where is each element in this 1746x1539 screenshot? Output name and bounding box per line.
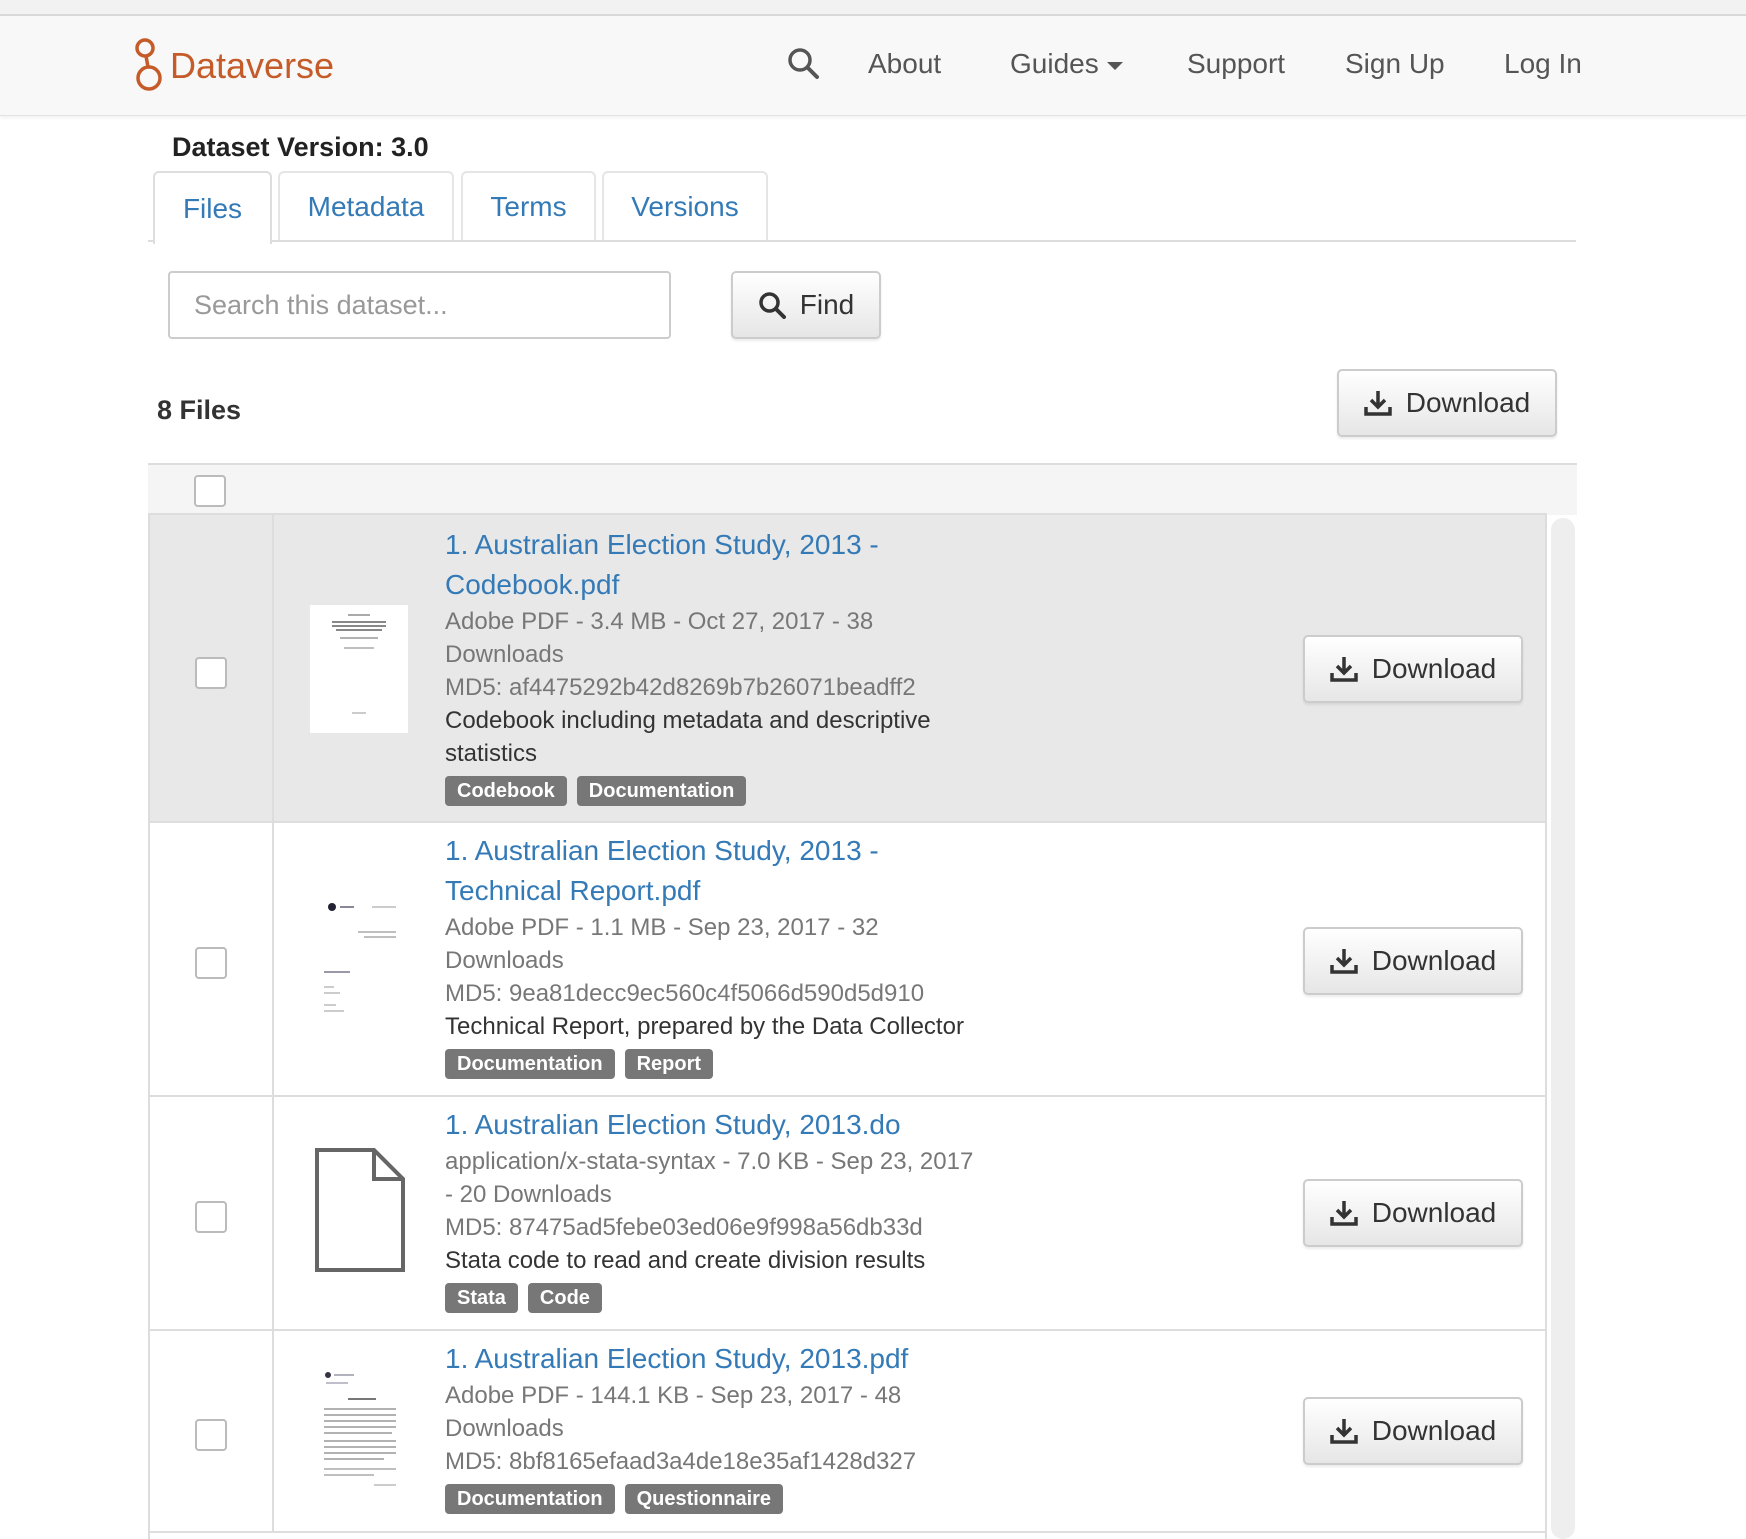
download-icon [1329, 657, 1358, 682]
file-download-button[interactable]: Download [1303, 635, 1523, 703]
brand-logo-link[interactable]: Dataverse [132, 36, 334, 96]
file-name-line: Codebook.pdf [445, 569, 620, 600]
download-icon [1329, 949, 1358, 974]
file-metadata: - 20 Downloads [445, 1181, 612, 1208]
file-tags: Stata Code [445, 1283, 985, 1313]
table-header-filler [1547, 463, 1577, 515]
pdf-thumbnail-icon[interactable] [310, 605, 408, 733]
nav-sign-up[interactable]: Sign Up [1345, 48, 1445, 80]
file-metadata: Downloads [445, 641, 564, 668]
file-name-line: 1. Australian Election Study, 2013 - [445, 529, 879, 560]
download-label: Download [1371, 1197, 1497, 1228]
find-button[interactable]: Find [731, 271, 881, 339]
file-tag: Report [624, 1049, 714, 1079]
chevron-down-icon [1106, 61, 1123, 70]
file-download-button[interactable]: Download [1303, 1179, 1523, 1247]
find-button-label: Find [799, 289, 855, 320]
select-all-checkbox[interactable] [194, 475, 226, 507]
pdf-thumbnail-icon[interactable] [314, 897, 404, 1025]
search-icon [759, 292, 786, 319]
search-icon[interactable] [786, 46, 820, 80]
row-divider [272, 1331, 274, 1531]
download-icon [1329, 1419, 1358, 1444]
file-select-checkbox[interactable] [195, 1201, 227, 1233]
nav-about[interactable]: About [868, 48, 941, 80]
download-all-label: Download [1405, 387, 1531, 418]
row-divider [272, 1097, 274, 1329]
file-info: 1. Australian Election Study, 2013.do ap… [445, 1105, 985, 1313]
pdf-thumbnail-icon[interactable] [314, 1365, 406, 1493]
file-name-link[interactable]: 1. Australian Election Study, 2013.do [445, 1105, 985, 1145]
navbar: Dataverse About Guides Support Sign Up L… [0, 16, 1746, 116]
file-name-link[interactable]: 1. Australian Election Study, 2013 - Tec… [445, 831, 985, 911]
files-table-header [148, 463, 1547, 515]
file-metadata: Adobe PDF - 1.1 MB - Sep 23, 2017 - 32 [445, 914, 879, 941]
file-metadata: Adobe PDF - 144.1 KB - Sep 23, 2017 - 48 [445, 1382, 902, 1409]
tab-versions[interactable]: Versions [602, 171, 768, 240]
table-scrollbar[interactable] [1551, 518, 1575, 1539]
file-name-line: 1. Australian Election Study, 2013 - [445, 835, 879, 866]
file-tag: Documentation [445, 1484, 615, 1514]
file-tag: Documentation [576, 776, 747, 806]
tab-files[interactable]: Files [153, 171, 272, 244]
file-metadata: Adobe PDF - 3.4 MB - Oct 27, 2017 - 38 [445, 608, 874, 635]
download-icon [1329, 1201, 1358, 1226]
download-label: Download [1371, 653, 1497, 684]
file-select-checkbox[interactable] [195, 657, 227, 689]
file-info: 1. Australian Election Study, 2013 - Tec… [445, 831, 985, 1079]
nav-log-in[interactable]: Log In [1504, 48, 1582, 80]
file-name-link[interactable]: 1. Australian Election Study, 2013 - Cod… [445, 525, 985, 605]
file-description: Stata code to read and create division r… [445, 1247, 926, 1274]
file-select-checkbox[interactable] [195, 1419, 227, 1451]
file-metadata: application/x-stata-syntax - 7.0 KB - Se… [445, 1148, 974, 1175]
file-tag: Documentation [445, 1049, 615, 1079]
nav-guides-label: Guides [1010, 48, 1099, 79]
file-tags: Codebook Documentation [445, 776, 985, 806]
file-row: 1. Australian Election Study, 2013.pdf A… [150, 1331, 1545, 1533]
file-tag: Codebook [445, 776, 567, 806]
dataverse-logo-icon [135, 38, 162, 91]
file-tags: Documentation Report [445, 1049, 985, 1079]
file-tags: Documentation Questionnaire [445, 1484, 985, 1514]
generic-file-icon[interactable] [314, 1147, 406, 1273]
file-row: 1. Australian Election Study, 2013 - Cod… [150, 515, 1545, 823]
file-select-checkbox[interactable] [195, 947, 227, 979]
file-description: statistics [445, 740, 538, 767]
file-tag: Code [527, 1283, 602, 1313]
file-row: 1. Australian Election Study, 2013 - Tec… [150, 823, 1545, 1097]
file-metadata: Downloads [445, 947, 564, 974]
search-dataset-input[interactable] [168, 271, 671, 339]
brand-name: Dataverse [170, 45, 335, 86]
file-md5: MD5: 87475ad5febe03ed06e9f998a56db33d [445, 1214, 923, 1241]
tab-terms[interactable]: Terms [461, 171, 596, 240]
download-icon [1363, 391, 1392, 416]
row-divider [272, 823, 274, 1095]
file-tag: Stata [445, 1283, 518, 1313]
file-md5: MD5: 9ea81decc9ec560c4f5066d590d5d910 [445, 980, 925, 1007]
file-name-link[interactable]: 1. Australian Election Study, 2013.pdf [445, 1339, 985, 1379]
file-description: Codebook including metadata and descript… [445, 707, 931, 734]
row-divider [272, 515, 274, 821]
file-metadata: Downloads [445, 1415, 564, 1442]
nav-support[interactable]: Support [1187, 48, 1285, 80]
file-download-button[interactable]: Download [1303, 927, 1523, 995]
file-description: Technical Report, prepared by the Data C… [445, 1013, 964, 1040]
download-all-button[interactable]: Download [1337, 369, 1557, 437]
file-name-line: Technical Report.pdf [445, 875, 701, 906]
file-info: 1. Australian Election Study, 2013.pdf A… [445, 1339, 985, 1514]
file-tag: Questionnaire [624, 1484, 784, 1514]
dataset-version-label: Dataset Version: 3.0 [172, 132, 429, 162]
tab-metadata[interactable]: Metadata [278, 171, 454, 240]
browser-top-strip [0, 0, 1746, 16]
download-label: Download [1371, 945, 1497, 976]
file-info: 1. Australian Election Study, 2013 - Cod… [445, 525, 985, 806]
download-label: Download [1371, 1415, 1497, 1446]
file-md5: MD5: 8bf8165efaad3a4de18e35af1428d327 [445, 1448, 917, 1475]
file-row: 1. Australian Election Study, 2013.do ap… [150, 1097, 1545, 1331]
nav-guides[interactable]: Guides [1010, 48, 1123, 80]
file-count: 8 Files [157, 395, 242, 425]
file-download-button[interactable]: Download [1303, 1397, 1523, 1465]
file-md5: MD5: af4475292b42d8269b7b26071beadff2 [445, 674, 916, 701]
tabs-baseline [148, 240, 1576, 242]
